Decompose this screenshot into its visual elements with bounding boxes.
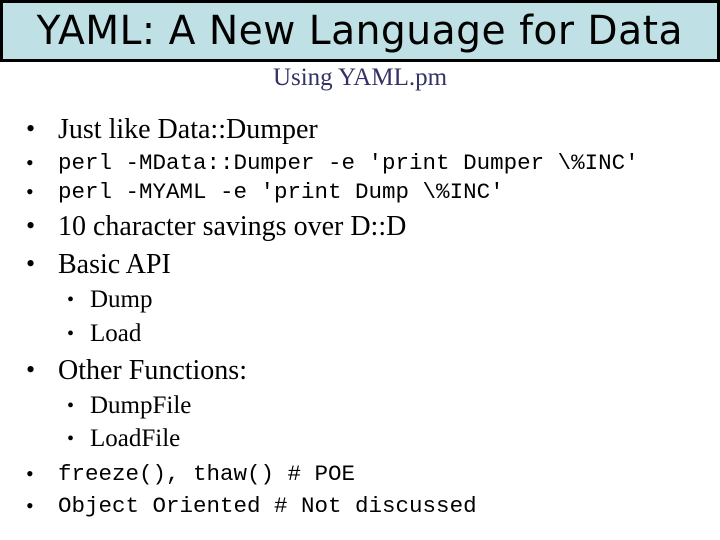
- bullet-icon: •: [26, 114, 36, 143]
- bullet-icon: •: [26, 461, 34, 486]
- slide-title-box: YAML: A New Language for Data: [0, 0, 720, 62]
- bullet-text: DumpFile: [90, 392, 192, 419]
- slide-title: YAML: A New Language for Data: [36, 8, 684, 54]
- slide-subtitle: Using YAML.pm: [272, 64, 448, 91]
- bullet-icon: •: [26, 355, 36, 384]
- code-text: freeze(), thaw() # POE: [58, 461, 356, 487]
- bullet-text: LoadFile: [90, 425, 181, 452]
- bullet-icon: •: [67, 428, 75, 450]
- bullet-text: Other Functions:: [58, 355, 247, 386]
- code-text: perl -MData::Dumper -e 'print Dumper \%I…: [58, 150, 639, 176]
- bullet-icon: •: [26, 493, 34, 518]
- bullet-icon: •: [26, 179, 34, 204]
- bullet-icon: •: [26, 249, 36, 278]
- code-text: perl -MYAML -e 'print Dump \%INC': [58, 179, 504, 205]
- bullet-text: 10 character savings over D::D: [58, 211, 407, 242]
- bullet-icon: •: [26, 150, 34, 175]
- bullet-icon: •: [67, 289, 75, 311]
- code-text: Object Oriented # Not discussed: [58, 493, 477, 519]
- bullet-text: Dump: [90, 286, 153, 313]
- bullet-icon: •: [67, 323, 75, 345]
- bullet-text: Load: [90, 320, 142, 347]
- bullet-text: Basic API: [58, 249, 171, 280]
- bullet-text: Just like Data::Dumper: [58, 114, 318, 145]
- bullet-icon: •: [26, 211, 36, 240]
- bullet-icon: •: [67, 395, 75, 417]
